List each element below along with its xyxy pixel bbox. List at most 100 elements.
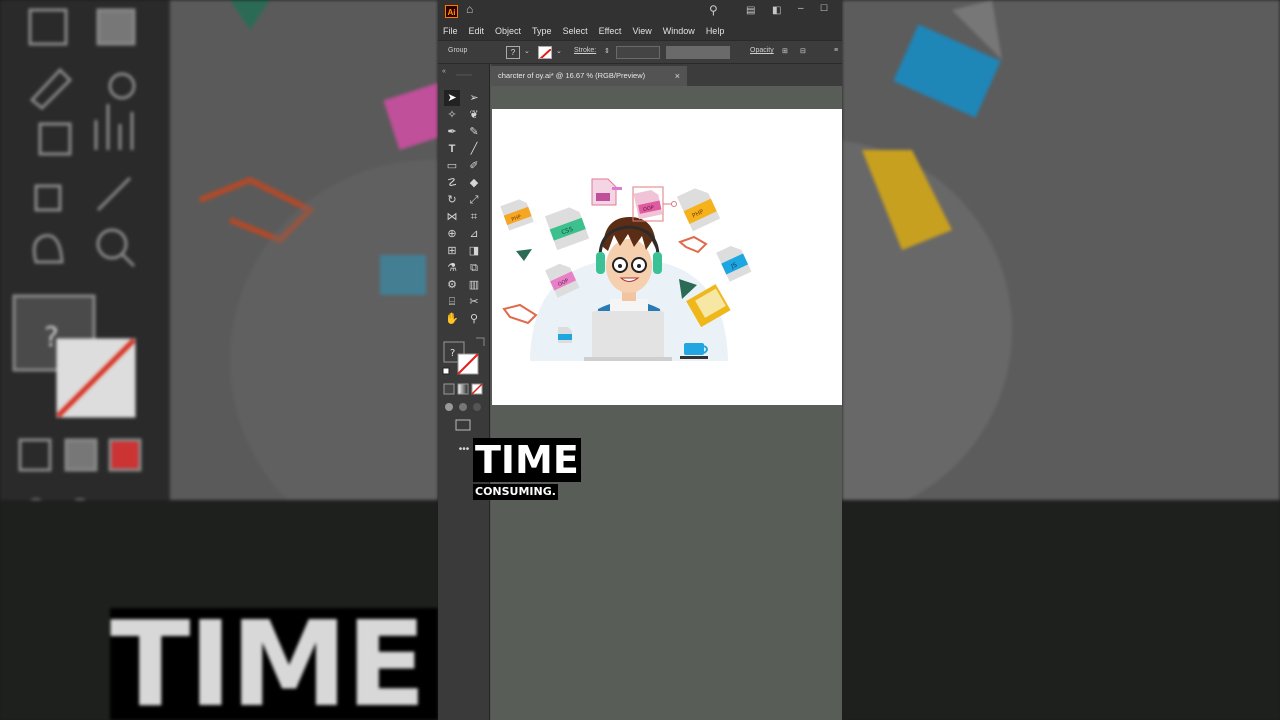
close-tab-icon[interactable]: × xyxy=(675,66,680,86)
menu-object[interactable]: Object xyxy=(495,26,521,36)
illustrator-window: Ai ⌂ ⚲ ▤ ◧ – ☐ File Edit Object Type Sel… xyxy=(438,0,842,720)
stroke-weight-stepper-icon[interactable]: ⇕ xyxy=(604,47,610,55)
scale-tool-icon[interactable]: ⤢ xyxy=(466,192,482,208)
gradient-mode-icon[interactable] xyxy=(457,383,469,395)
stroke-dropdown-chevron-icon[interactable]: ⌄ xyxy=(556,47,562,55)
recolor-icon[interactable]: ⊞ xyxy=(782,47,788,55)
background-artwork-left xyxy=(170,0,438,560)
zoom-tool-icon[interactable]: ⚲ xyxy=(466,311,482,327)
js-file-icon: JS xyxy=(716,245,752,282)
html-file-icon-selected xyxy=(591,178,622,206)
background-question: ? xyxy=(44,320,59,353)
document-tab-bar: charcter of oy.ai* @ 16.67 % (RGB/Previe… xyxy=(491,64,842,86)
background-right xyxy=(842,0,1280,720)
column-graph-tool-icon[interactable]: ▥ xyxy=(466,277,482,293)
headphone-left xyxy=(596,252,605,274)
free-transform-tool-icon[interactable]: ⌗ xyxy=(466,209,482,225)
symbol-sprayer-tool-icon[interactable]: ⚙ xyxy=(444,277,460,293)
laravel-logo-left xyxy=(502,303,538,325)
menu-select[interactable]: Select xyxy=(563,26,588,36)
color-controls: ? xyxy=(442,337,485,431)
control-bar: Group ? ⌄ ⌄ Stroke: ⇕ Opacity ⊞ ⊟ ≡ xyxy=(438,40,842,64)
menu-effect[interactable]: Effect xyxy=(599,26,622,36)
svg-text:«: « xyxy=(442,68,446,75)
maximize-icon[interactable]: ☐ xyxy=(820,3,828,14)
tools-panel: « ➤ ➢ ✧ ❦ ✒ ✎ T ╱ ▭ ✐ ☡ ◆ ↻ ⤢ ⋈ ⌗ ⊕ ⊿ ⊞ … xyxy=(438,64,490,720)
headphone-right xyxy=(653,252,662,274)
search-icon[interactable]: ⚲ xyxy=(709,3,718,17)
default-colors-icon[interactable] xyxy=(442,367,450,375)
line-tool-icon[interactable]: ╱ xyxy=(466,141,482,157)
lasso-tool-icon[interactable]: ❦ xyxy=(466,107,482,123)
menu-window[interactable]: Window xyxy=(663,26,695,36)
align-icon[interactable]: ⊟ xyxy=(800,47,806,55)
menu-view[interactable]: View xyxy=(632,26,651,36)
pen-tool-icon[interactable]: ✒ xyxy=(444,124,460,140)
stroke-label[interactable]: Stroke: xyxy=(574,47,596,54)
perspective-grid-tool-icon[interactable]: ⊿ xyxy=(466,226,482,242)
stroke-swatch[interactable] xyxy=(538,46,552,59)
edit-toolbar-more-icon[interactable]: ••• xyxy=(456,442,472,458)
selection-type-label: Group xyxy=(448,47,468,54)
workspace-icon[interactable]: ◧ xyxy=(772,5,781,16)
home-icon[interactable]: ⌂ xyxy=(466,2,473,16)
selection-tool-icon[interactable]: ➤ xyxy=(444,90,460,106)
artboard-tool-icon[interactable]: ⌸ xyxy=(444,294,460,310)
document-tab-title: charcter of oy.ai* @ 16.67 % (RGB/Previe… xyxy=(498,71,646,80)
color-mode-icon[interactable] xyxy=(443,383,455,395)
rotate-tool-icon[interactable]: ↻ xyxy=(444,192,460,208)
fill-swatch[interactable]: ? xyxy=(506,46,520,59)
rectangle-tool-icon[interactable]: ▭ xyxy=(444,158,460,174)
minimize-icon[interactable]: – xyxy=(798,3,804,14)
oop-file-icon-selected: OOP xyxy=(632,186,677,222)
stroke-weight-input[interactable] xyxy=(616,46,660,59)
draw-normal-icon[interactable] xyxy=(445,403,453,411)
gradient-tool-icon[interactable]: ◨ xyxy=(466,243,482,259)
illustrator-logo-icon: Ai xyxy=(445,5,458,18)
caption-line-1: TIME xyxy=(473,438,581,482)
eyedropper-tool-icon[interactable]: ⚗ xyxy=(444,260,460,276)
background-left: ? ••• TIME xyxy=(0,0,438,720)
css-file-icon: CSS xyxy=(544,207,590,251)
paintbrush-tool-icon[interactable]: ✐ xyxy=(466,158,482,174)
menu-edit[interactable]: Edit xyxy=(469,26,485,36)
blend-tool-icon[interactable]: ⧉ xyxy=(466,260,482,276)
screen-mode-icon[interactable] xyxy=(455,419,471,431)
toolbar-collapse-icon[interactable]: « xyxy=(438,64,490,76)
opacity-label[interactable]: Opacity xyxy=(750,47,774,54)
shaper-tool-icon[interactable]: ☡ xyxy=(444,175,460,191)
menu-type[interactable]: Type xyxy=(532,26,552,36)
menu-bar: File Edit Object Type Select Effect View… xyxy=(438,22,842,40)
character-illustration[interactable]: PHP CSS OOP PHP JS OOP xyxy=(492,109,842,405)
draw-behind-icon[interactable] xyxy=(459,403,467,411)
php-file-icon-right: PHP xyxy=(676,188,721,232)
variable-width-profile[interactable] xyxy=(666,46,730,59)
background-artwork-shapes-right xyxy=(842,0,1012,519)
direct-selection-tool-icon[interactable]: ➢ xyxy=(466,90,482,106)
title-bar: Ai ⌂ ⚲ ▤ ◧ – ☐ xyxy=(438,0,842,22)
draw-inside-icon[interactable] xyxy=(473,403,481,411)
shape-builder-tool-icon[interactable]: ⊕ xyxy=(444,226,460,242)
menu-help[interactable]: Help xyxy=(706,26,725,36)
slice-tool-icon[interactable]: ✂ xyxy=(466,294,482,310)
artboard[interactable]: PHP CSS OOP PHP JS OOP xyxy=(492,109,842,405)
php-file-icon-left: PHP xyxy=(500,199,534,231)
menu-file[interactable]: File xyxy=(443,26,458,36)
js-file-icon-small xyxy=(558,327,572,343)
mesh-tool-icon[interactable]: ⊞ xyxy=(444,243,460,259)
magic-wand-tool-icon[interactable]: ✧ xyxy=(444,107,460,123)
svg-text:?: ? xyxy=(450,348,455,359)
eraser-tool-icon[interactable]: ◆ xyxy=(466,175,482,191)
arrange-documents-icon[interactable]: ▤ xyxy=(746,5,755,16)
caption-line-2: CONSUMING. xyxy=(473,484,558,500)
background-artwork-right xyxy=(842,0,1280,519)
canvas-area[interactable]: PHP CSS OOP PHP JS OOP xyxy=(491,86,842,720)
fill-dropdown-chevron-icon[interactable]: ⌄ xyxy=(524,47,530,55)
type-tool-icon[interactable]: T xyxy=(444,141,460,157)
hand-tool-icon[interactable]: ✋ xyxy=(444,311,460,327)
document-tab[interactable]: charcter of oy.ai* @ 16.67 % (RGB/Previe… xyxy=(491,66,687,86)
swap-colors-icon[interactable] xyxy=(476,337,485,346)
width-tool-icon[interactable]: ⋈ xyxy=(444,209,460,225)
curvature-tool-icon[interactable]: ✎ xyxy=(466,124,482,140)
more-options-icon[interactable]: ≡ xyxy=(834,47,838,54)
